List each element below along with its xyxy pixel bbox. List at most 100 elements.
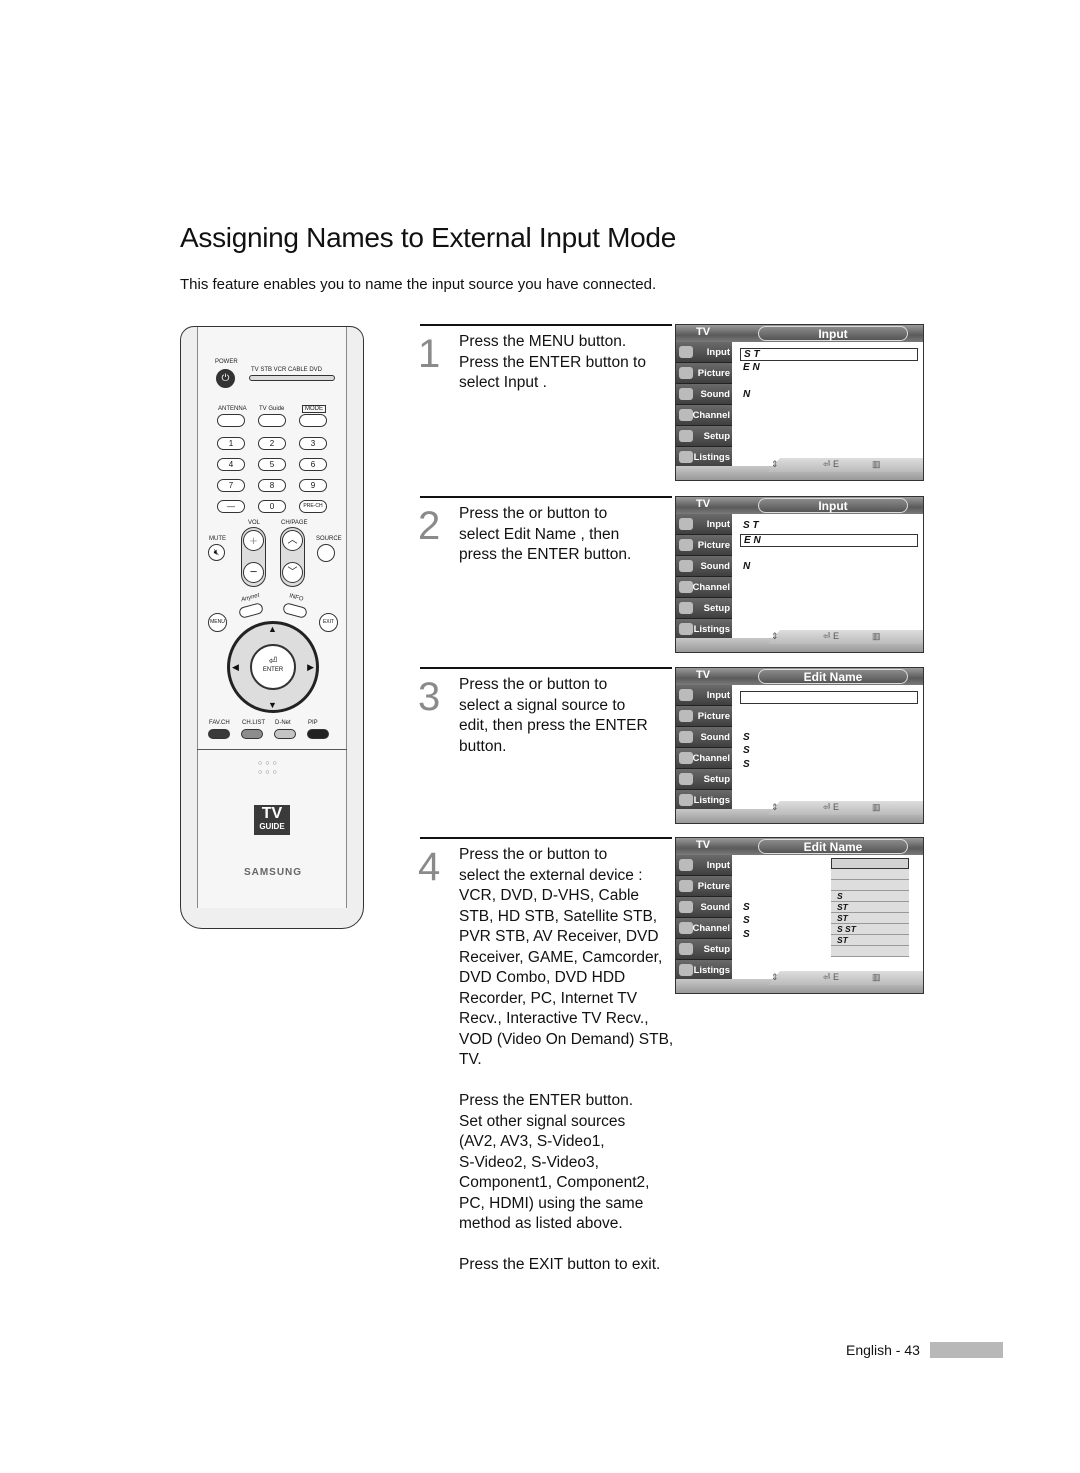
menu-button: MENU (208, 613, 227, 632)
footer-bar (930, 1342, 1003, 1358)
menu-item-label: Input (706, 519, 730, 530)
screen-menu-item-input: Input (676, 342, 732, 363)
color-button-label: D-Net (275, 720, 291, 726)
updown-icon: ⇕ (771, 972, 779, 982)
listings-icon (679, 964, 693, 976)
screen-footer-tab (768, 801, 923, 815)
tv-menu-screen: TV Input Input Picture Sound Channel Setup List… (675, 496, 924, 653)
menu-icon: ▥ (872, 972, 881, 982)
mode-indicator (249, 375, 335, 381)
input-icon (679, 689, 693, 701)
color-button (307, 729, 329, 739)
chpage-label: CH/PAGE (281, 520, 308, 526)
enter-icon: ⏎ E (823, 972, 840, 982)
screen-menu-item-sound: Sound (676, 727, 732, 748)
source-button (317, 544, 335, 562)
device-list: S ST ST S ST ST (831, 858, 909, 957)
intro-text: This feature enables you to name the inp… (180, 276, 657, 293)
sound-icon (679, 901, 693, 913)
screen-menu-item-setup: Setup (676, 598, 732, 619)
screen-menu-item-input: Input (676, 685, 732, 706)
screen-option-row: S (743, 758, 750, 770)
menu-item-label: Channel (692, 410, 730, 421)
speaker-holes: ○○○ ○○○ (258, 760, 280, 776)
enter-icon: ⏎ E (823, 631, 840, 641)
enter-icon: ⏎ (268, 656, 278, 667)
sound-icon (679, 560, 693, 572)
exit-button: EXIT (319, 613, 338, 632)
color-button (208, 729, 230, 739)
keypad-key-button: 5 (258, 458, 286, 471)
enter-label: ENTER (262, 667, 284, 673)
tv-menu-screen: TV Edit Name Input Picture Sound Channel Setup… (675, 837, 924, 994)
menu-label: MENU (210, 619, 225, 625)
setup-icon (679, 430, 693, 442)
picture-icon (679, 880, 693, 892)
screen-option-row: S (743, 901, 750, 913)
arrow-left-icon: ◀ (232, 662, 239, 672)
keypad-key-button: 4 (217, 458, 245, 471)
screen-menu-item-channel: Channel (676, 577, 732, 598)
enter-icon: ⏎ E (823, 802, 840, 812)
screen-option-row: N (743, 388, 751, 400)
screen-menu-item-channel: Channel (676, 405, 732, 426)
menu-item-label: Sound (700, 389, 730, 400)
keypad-key-button: 3 (299, 437, 327, 450)
device-list-item (831, 880, 909, 891)
screen-menu-item-setup: Setup (676, 939, 732, 960)
page-title: Assigning Names to External Input Mode (180, 222, 676, 253)
menu-item-label: Sound (700, 902, 730, 913)
volume-up-icon: + (243, 530, 264, 551)
arrow-right-icon: ▶ (307, 662, 314, 672)
screen-title: Edit Name (758, 839, 908, 854)
screen-menu-item-sound: Sound (676, 556, 732, 577)
keypad-key-button: PRE-CH (299, 500, 327, 513)
device-list-item (831, 869, 909, 880)
screen-menu-item-picture: Picture (676, 876, 732, 897)
updown-icon: ⇕ (771, 631, 779, 641)
page-number: English - 43 (846, 1342, 920, 1358)
keypad-key-button: — (217, 500, 245, 513)
color-button-label: PIP (308, 720, 318, 726)
screen-option-row: S (743, 915, 750, 926)
remote-control-illustration: POWER ⏻ TV STB VCR CABLE DVD ANTENNA TV … (180, 326, 364, 929)
channel-icon (679, 409, 693, 421)
logo-guide: GUIDE (259, 822, 285, 831)
screen-sidebar: Input Picture Sound Channel Setup Listings (676, 855, 732, 983)
menu-item-label: Listings (693, 452, 730, 463)
enter-button: ⏎ ENTER (250, 644, 296, 690)
screen-tv-label: TV (696, 669, 711, 681)
tvguide-button (258, 414, 286, 427)
device-list-item: ST (831, 902, 909, 913)
keypad-key-button: 0 (258, 500, 286, 513)
step-divider (420, 837, 672, 839)
menu-item-label: Input (706, 347, 730, 358)
step-number: 4 (418, 845, 441, 889)
keypad-key-button: 1 (217, 437, 245, 450)
picture-icon (679, 710, 693, 722)
screen-menu-item-channel: Channel (676, 748, 732, 769)
step-instructions: Press the or button to select a signal s… (459, 676, 648, 755)
screen-tv-label: TV (696, 326, 711, 338)
vol-label: VOL (248, 520, 261, 526)
step-number: 1 (418, 332, 441, 376)
listings-icon (679, 794, 693, 806)
screen-option-row: E N (740, 533, 918, 547)
screen-footer-tab (768, 630, 923, 644)
setup-icon (679, 602, 693, 614)
mode-labels: TV STB VCR CABLE DVD (251, 367, 323, 373)
screen-menu-item-input: Input (676, 855, 732, 876)
mode-button (299, 414, 327, 427)
device-list-item: ST (831, 935, 909, 946)
screen-option-row: S T (740, 348, 918, 361)
tv-menu-screen: TV Input Input Picture Sound Channel Setup List… (675, 324, 924, 481)
keypad-key-button: 9 (299, 479, 327, 492)
menu-item-label: Setup (703, 774, 730, 785)
screen-header: TV Edit Name (676, 668, 923, 685)
screen-footer-tab (768, 458, 923, 472)
keypad-key-button: 6 (299, 458, 327, 471)
screen-option-row: S T (743, 520, 759, 531)
screen-title: Input (758, 498, 908, 513)
channel-up-icon: ︿ (282, 530, 303, 551)
step-number: 2 (418, 504, 441, 548)
